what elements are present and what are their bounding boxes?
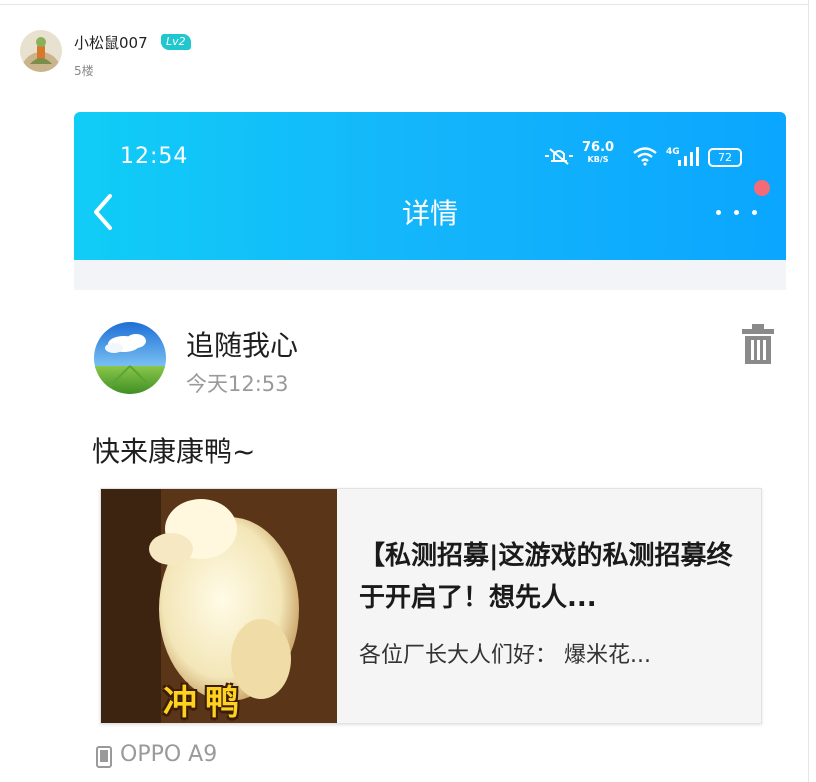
section-gap bbox=[74, 260, 786, 290]
net-speed: 76.0 KB/S bbox=[582, 140, 615, 164]
battery-icon: 72 bbox=[708, 148, 742, 167]
top-divider bbox=[0, 4, 808, 5]
post-text: 快来康康鸭~ bbox=[92, 435, 256, 468]
page-title: 详情 bbox=[401, 197, 458, 230]
more-dots-icon[interactable] bbox=[712, 206, 762, 220]
wifi-icon bbox=[633, 147, 657, 166]
link-description: 各位厂长大人们好： 爆米花... bbox=[359, 643, 651, 668]
device-label: OPPO A9 bbox=[120, 742, 218, 767]
phone-device-icon bbox=[96, 746, 112, 768]
thumbnail-caption: 冲鸭 bbox=[163, 683, 247, 723]
level-badge: Lv2 bbox=[161, 34, 191, 50]
author-avatar[interactable] bbox=[94, 322, 166, 394]
app-header: 12:54 76.0 KB/S 4G 72 详情 bbox=[74, 112, 786, 260]
attached-screenshot[interactable]: 12:54 76.0 KB/S 4G 72 详情 追随我心 今天12:53 快来… bbox=[74, 112, 786, 782]
mute-bell-icon bbox=[545, 148, 573, 165]
shared-link-card[interactable]: 冲鸭 【私测招募|这游戏的私测招募终于开启了！想先人... 各位厂长大人们好： … bbox=[100, 488, 762, 724]
svg-text:4G: 4G bbox=[666, 147, 680, 157]
floor-number: 5楼 bbox=[74, 64, 94, 78]
signal-icon: 4G bbox=[666, 147, 699, 166]
post-time: 今天12:53 bbox=[186, 372, 289, 396]
link-thumbnail: 冲鸭 bbox=[101, 489, 337, 723]
notification-dot bbox=[754, 180, 770, 196]
user-avatar[interactable] bbox=[20, 30, 62, 72]
status-time: 12:54 bbox=[120, 144, 189, 169]
comment-username[interactable]: 小松鼠007 bbox=[74, 33, 148, 53]
trash-icon[interactable] bbox=[740, 322, 776, 366]
right-divider bbox=[808, 0, 809, 782]
author-name[interactable]: 追随我心 bbox=[186, 324, 298, 364]
link-title[interactable]: 【私测招募|这游戏的私测招募终于开启了！想先人... bbox=[359, 535, 739, 619]
